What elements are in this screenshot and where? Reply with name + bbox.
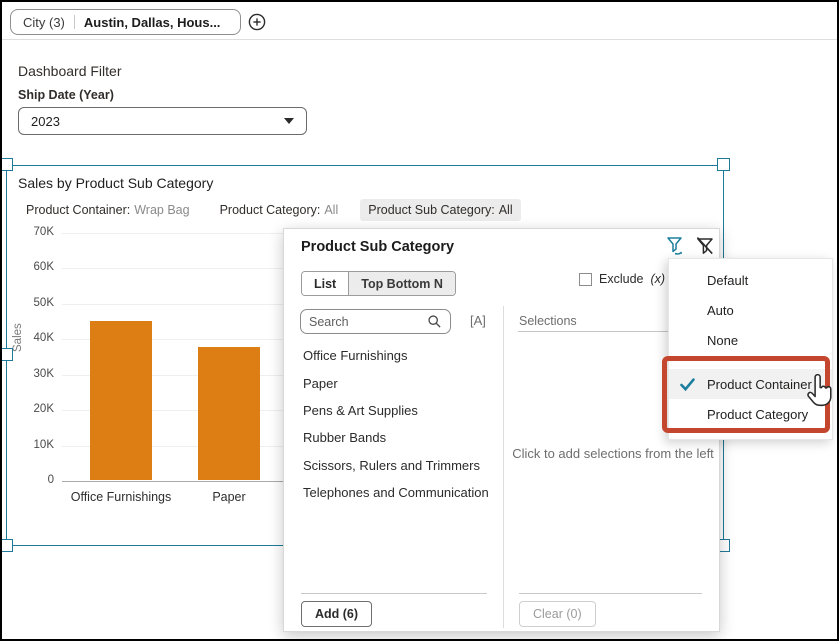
xlabel-office-furnishings: Office Furnishings — [70, 490, 172, 504]
selections-empty-text: Click to add selections from the left — [512, 446, 714, 461]
ytick-10K: 10K — [33, 438, 54, 451]
city-filter-values: Austin, Dallas, Hous... — [83, 14, 221, 30]
clear-divider — [519, 593, 702, 594]
search-box — [300, 309, 451, 334]
resize-handle-bottom-left[interactable] — [0, 539, 13, 552]
list-item-office-furnishings[interactable]: Office Furnishings — [303, 342, 499, 369]
add-divider — [301, 593, 487, 594]
filter-chip-product-sub-category[interactable]: Product Sub Category: All — [360, 199, 521, 221]
clear-filter-funnel-icon[interactable] — [693, 234, 717, 258]
search-icon — [428, 315, 441, 328]
menu-item-none[interactable]: None — [669, 325, 832, 355]
limit-values-menu: Default Auto None Product Container Product … — [668, 258, 833, 440]
filter-popup-title: Product Sub Category — [301, 239, 455, 255]
filter-values-list: Office Furnishings Paper Pens & Art Suppli… — [303, 342, 499, 506]
resize-handle-top-right[interactable] — [717, 158, 730, 171]
limit-values-funnel-icon[interactable] — [663, 234, 687, 258]
list-item-pens-art-supplies[interactable]: Pens & Art Supplies — [303, 397, 499, 424]
chart-title: Sales by Product Sub Category — [18, 175, 214, 191]
selections-header: Selections — [519, 314, 577, 328]
add-filter-button[interactable] — [248, 13, 266, 31]
ytick-60K: 60K — [33, 261, 54, 274]
exclude-checkbox[interactable] — [579, 272, 592, 286]
filter-chip-label: Product Category: — [219, 203, 321, 217]
tab-list[interactable]: List — [302, 272, 349, 295]
search-input[interactable] — [309, 314, 427, 329]
menu-item-product-container[interactable]: Product Container — [669, 369, 832, 399]
list-item-paper[interactable]: Paper — [303, 369, 499, 396]
chip-divider — [73, 15, 75, 29]
ytick-0: 0 — [47, 474, 54, 486]
checkmark-icon — [679, 376, 696, 393]
ship-date-value: 2023 — [31, 113, 60, 129]
menu-item-label: Product Category — [707, 406, 809, 422]
bar-office-furnishings[interactable] — [90, 320, 152, 480]
list-item-scissors-rulers-and-trimmers[interactable]: Scissors, Rulers and Trimmers — [303, 452, 499, 479]
ytick-40K: 40K — [33, 332, 54, 345]
chevron-down-icon — [284, 118, 294, 124]
ship-date-dropdown[interactable]: 2023 — [18, 107, 307, 135]
menu-item-label: None — [707, 332, 739, 348]
xlabel-paper: Paper — [212, 490, 246, 504]
dashboard-filter-title: Dashboard Filter — [18, 63, 122, 79]
list-topbottom-toggle: List Top Bottom N — [301, 271, 456, 296]
menu-item-default[interactable]: Default — [669, 265, 832, 295]
plus-circle-icon — [248, 13, 266, 31]
chart-filter-bar: Product Container: Wrap Bag Product Catego… — [18, 199, 521, 221]
filter-chip-value: Wrap Bag — [134, 203, 190, 217]
ship-date-label: Ship Date (Year) — [18, 88, 114, 102]
menu-item-auto[interactable]: Auto — [669, 295, 832, 325]
ytick-70K: 70K — [33, 226, 54, 238]
menu-item-label: Product Container — [707, 376, 812, 392]
filter-chip-product-container[interactable]: Product Container: Wrap Bag — [18, 199, 198, 221]
exclude-suffix: (x) — [650, 272, 666, 286]
city-filter-chip[interactable]: City (3) Austin, Dallas, Hous... — [10, 9, 241, 35]
resize-handle-top-left[interactable] — [0, 158, 13, 171]
filter-chip-label: Product Container: — [26, 203, 131, 217]
clear-button[interactable]: Clear (0) — [519, 601, 596, 627]
list-item-telephones-and-communication[interactable]: Telephones and Communication — [303, 479, 499, 506]
filter-popup: Product Sub Category List Top Bottom N E… — [283, 228, 720, 632]
filter-chip-product-category[interactable]: Product Category: All — [212, 199, 347, 221]
ytick-50K: 50K — [33, 296, 54, 309]
exclude-checkbox-row[interactable]: Exclude (x) — [579, 272, 665, 286]
add-button[interactable]: Add (6) — [301, 601, 373, 627]
ytick-30K: 30K — [33, 367, 54, 380]
tab-top-bottom-n[interactable]: Top Bottom N — [348, 272, 455, 295]
menu-item-label: Auto — [707, 302, 734, 318]
match-case-button[interactable]: [A] — [470, 313, 486, 328]
ytick-20K: 20K — [33, 403, 54, 416]
bar-paper[interactable] — [198, 347, 260, 480]
resize-handle-mid-left[interactable] — [0, 348, 13, 361]
city-filter-label: City (3) — [23, 14, 65, 30]
list-item-rubber-bands[interactable]: Rubber Bands — [303, 424, 499, 451]
filter-chip-value: All — [324, 203, 339, 217]
top-filter-bar: City (3) Austin, Dallas, Hous... — [2, 2, 837, 40]
popup-vertical-divider — [503, 306, 504, 628]
filter-chip-label: Product Sub Category: — [368, 203, 495, 217]
filter-chip-value: All — [498, 203, 513, 217]
menu-item-label: Default — [707, 272, 749, 288]
exclude-label: Exclude — [599, 272, 644, 286]
menu-item-product-category[interactable]: Product Category — [669, 399, 832, 429]
